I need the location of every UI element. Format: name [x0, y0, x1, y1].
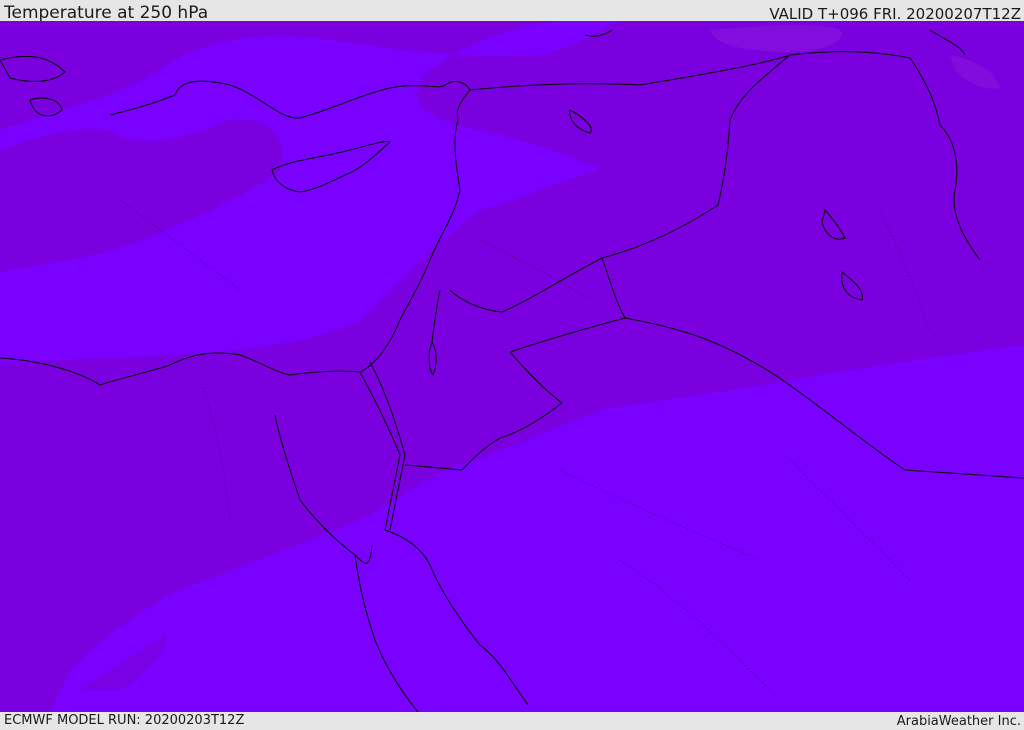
- footer-bar: ECMWF MODEL RUN: 20200203T12Z ArabiaWeat…: [0, 712, 1024, 729]
- model-run-label: ECMWF MODEL RUN: 20200203T12Z: [4, 713, 245, 728]
- map-canvas: [0, 21, 1024, 712]
- header-bar: Temperature at 250 hPa VALID T+096 FRI. …: [0, 0, 1024, 23]
- weather-map: [0, 21, 1024, 712]
- credit-label: ArabiaWeather Inc.: [896, 714, 1021, 729]
